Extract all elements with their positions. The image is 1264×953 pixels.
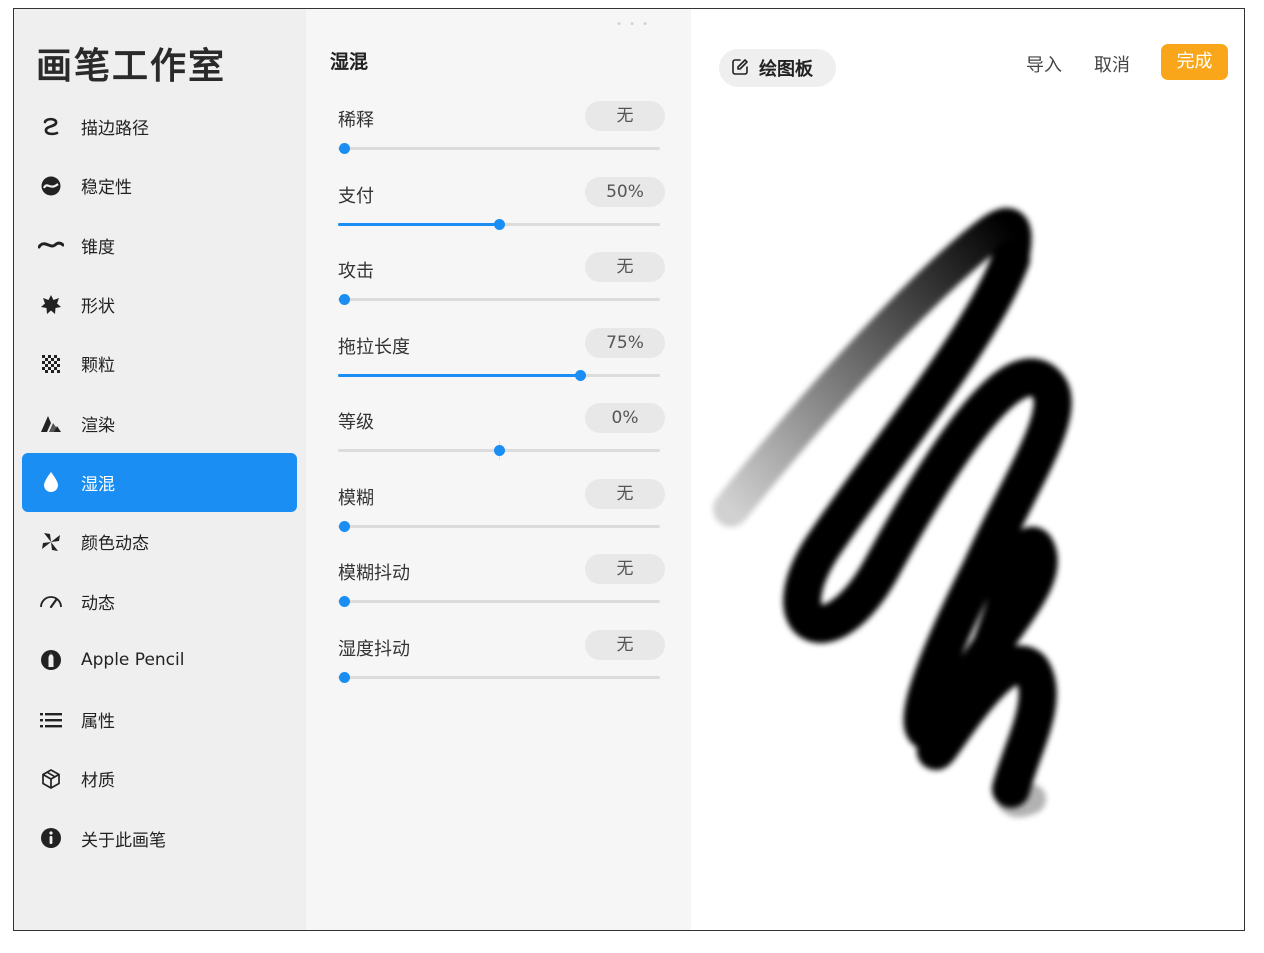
setting-label: 模糊	[338, 487, 374, 509]
stroke-path-icon	[36, 115, 66, 139]
sidebar-item-grain[interactable]: 颗粒	[22, 334, 297, 393]
setting-row: 等级 0%	[338, 403, 665, 483]
slider-knob[interactable]	[339, 143, 350, 154]
setting-value-badge[interactable]: 50%	[585, 176, 665, 207]
slider-track[interactable]	[338, 369, 660, 381]
sidebar-item-taper[interactable]: 锥度	[22, 216, 297, 275]
setting-row: 模糊 无	[338, 478, 665, 559]
setting-label: 等级	[338, 412, 374, 433]
sidebar-item-label: 描边路径	[81, 119, 149, 140]
slider-track[interactable]	[338, 520, 660, 532]
sidebar-item-label: 稳定性	[81, 178, 132, 199]
setting-label: 攻击	[338, 261, 374, 282]
section-title: 湿混	[330, 51, 369, 73]
slider-knob[interactable]	[339, 671, 350, 683]
shape-icon	[36, 293, 66, 317]
brush-stroke-preview[interactable]	[691, 9, 1245, 931]
setting-row: 支付 50%	[338, 176, 665, 257]
slider-track[interactable]	[338, 294, 660, 305]
rendering-icon	[36, 411, 66, 435]
setting-row: 模糊抖动 无	[338, 554, 665, 634]
grain-icon	[36, 352, 66, 376]
setting-value-badge[interactable]: 0%	[585, 403, 665, 433]
slider-knob[interactable]	[494, 445, 505, 456]
info-icon	[36, 826, 66, 850]
setting-row: 稀释 无	[338, 101, 665, 181]
setting-row: 攻击 无	[338, 252, 665, 332]
sidebar-item-label: 锥度	[81, 237, 115, 258]
sidebar-item-color-dynamics[interactable]: 颜色动态	[22, 512, 297, 571]
sidebar-nav: 描边路径 稳定性 锥度 形状 颗粒 渲染 湿混 颜色动态 动态 Apple Pe…	[22, 97, 297, 868]
setting-label: 稀释	[338, 110, 374, 131]
wet-mix-icon	[36, 470, 66, 494]
slider-track[interactable]	[338, 218, 660, 230]
dynamics-icon	[36, 589, 66, 613]
slider-track[interactable]	[338, 143, 660, 154]
setting-row: 拖拉长度 75%	[338, 327, 665, 408]
slider-fill	[338, 222, 499, 226]
stabilization-icon	[36, 174, 66, 198]
setting-value-badge[interactable]: 无	[585, 478, 665, 509]
sidebar-item-stroke-path[interactable]: 描边路径	[22, 97, 297, 156]
brush-studio-window: 画笔工作室 描边路径 稳定性 锥度 形状 颗粒 渲染 湿混 颜色动态 动态 Ap…	[13, 8, 1245, 931]
materials-icon	[36, 767, 66, 791]
panel-grabber-icon[interactable]: • • •	[616, 19, 650, 30]
slider-knob[interactable]	[574, 369, 586, 381]
slider-knob[interactable]	[339, 520, 350, 532]
wet-mix-settings-panel: • • • 湿混 稀释无支付 50% 攻击无拖拉长度 75% 等级 0% 模糊无模糊抖动无湿…	[306, 9, 691, 930]
setting-label: 拖拉长度	[338, 336, 410, 358]
slider-knob[interactable]	[339, 294, 350, 305]
sidebar-item-label: 颜色动态	[81, 534, 149, 555]
sidebar-item-label: 材质	[81, 771, 115, 792]
slider-fill	[338, 373, 580, 377]
slider-track[interactable]	[338, 671, 660, 683]
slider-track[interactable]	[338, 596, 660, 607]
sidebar-item-dynamics[interactable]: 动态	[22, 571, 297, 630]
sidebar-item-label: 颗粒	[81, 356, 115, 377]
setting-value-badge[interactable]: 无	[585, 101, 665, 131]
color-dynamics-icon	[36, 530, 66, 554]
slider-knob[interactable]	[339, 596, 350, 607]
sidebar-item-shape[interactable]: 形状	[22, 275, 297, 334]
sidebar-item-label: 关于此画笔	[81, 830, 166, 851]
sidebar-item-label: 湿混	[81, 474, 115, 495]
sidebar-item-about-brush[interactable]: 关于此画笔	[22, 809, 297, 868]
sidebar-item-label: 属性	[81, 712, 115, 733]
setting-label: 支付	[338, 185, 374, 207]
setting-label: 模糊抖动	[338, 563, 410, 584]
sidebar-item-materials[interactable]: 材质	[22, 749, 297, 808]
sidebar-item-wet-mix[interactable]: 湿混	[22, 452, 297, 513]
slider-track[interactable]	[338, 441, 660, 460]
sidebar: 画笔工作室 描边路径 稳定性 锥度 形状 颗粒 渲染 湿混 颜色动态 动态 Ap…	[14, 9, 306, 930]
sidebar-item-label: 形状	[81, 297, 115, 318]
setting-value-badge[interactable]: 无	[585, 629, 665, 660]
taper-icon	[36, 233, 66, 257]
sidebar-item-label: 动态	[81, 593, 115, 614]
apple-pencil-icon	[36, 648, 66, 672]
setting-value-badge[interactable]: 75%	[585, 327, 665, 358]
sidebar-item-apple-pencil[interactable]: Apple Pencil	[22, 631, 297, 690]
sidebar-item-stabilization[interactable]: 稳定性	[22, 156, 297, 215]
properties-icon	[36, 708, 66, 732]
sidebar-item-rendering[interactable]: 渲染	[22, 393, 297, 452]
sidebar-item-label: Apple Pencil	[81, 650, 185, 671]
slider-knob[interactable]	[494, 218, 505, 230]
setting-row: 湿度抖动 无	[338, 629, 665, 710]
page-title: 画笔工作室	[36, 46, 227, 87]
setting-value-badge[interactable]: 无	[585, 554, 665, 584]
setting-value-badge[interactable]: 无	[585, 252, 665, 282]
sidebar-item-properties[interactable]: 属性	[22, 690, 297, 749]
sidebar-item-label: 渲染	[81, 415, 115, 436]
drawing-pad-area: 绘图板 导入 取消 完成	[691, 9, 1244, 930]
setting-label: 湿度抖动	[338, 638, 410, 660]
